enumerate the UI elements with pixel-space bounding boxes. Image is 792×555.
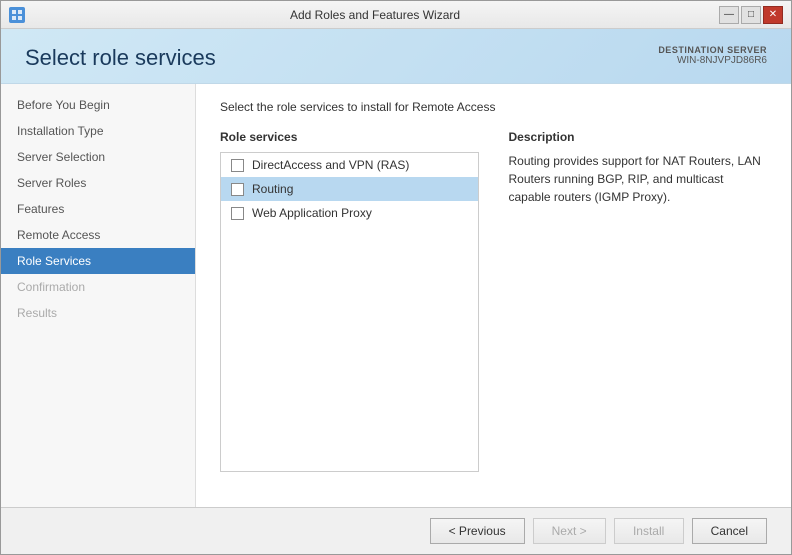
close-button[interactable]: ✕: [763, 6, 783, 24]
sidebar-item-before-you-begin[interactable]: Before You Begin: [1, 92, 195, 118]
content-area: Select the role services to install for …: [196, 84, 791, 507]
services-list: DirectAccess and VPN (RAS) Routing Web App…: [220, 152, 479, 472]
title-bar: Add Roles and Features Wizard — □ ✕: [1, 1, 791, 29]
footer: < Previous Next > Install Cancel: [1, 507, 791, 554]
server-name: WIN-8NJVPJD86R6: [658, 55, 767, 66]
instruction-text: Select the role services to install for …: [220, 100, 767, 114]
service-label-2: Web Application Proxy: [252, 206, 372, 220]
service-item-2[interactable]: Web Application Proxy: [221, 201, 478, 225]
minimize-button[interactable]: —: [719, 6, 739, 24]
sidebar-item-confirmation[interactable]: Confirmation: [1, 274, 195, 300]
service-label-0: DirectAccess and VPN (RAS): [252, 158, 409, 172]
service-checkbox-2[interactable]: [231, 207, 244, 220]
header-bar: Select role services DESTINATION SERVER …: [1, 29, 791, 84]
role-services-header: Role services: [220, 130, 479, 144]
sidebar-item-role-services[interactable]: Role Services: [1, 248, 195, 274]
next-button[interactable]: Next >: [533, 518, 606, 544]
cancel-button[interactable]: Cancel: [692, 518, 767, 544]
role-services-panel: Role services DirectAccess and VPN (RAS)…: [220, 130, 479, 472]
sidebar-item-remote-access[interactable]: Remote Access: [1, 222, 195, 248]
service-checkbox-0[interactable]: [231, 159, 244, 172]
description-panel: Description Routing provides support for…: [499, 130, 768, 472]
description-text: Routing provides support for NAT Routers…: [509, 152, 768, 206]
previous-button[interactable]: < Previous: [430, 518, 525, 544]
destination-label: DESTINATION SERVER: [658, 45, 767, 55]
sidebar-item-features[interactable]: Features: [1, 196, 195, 222]
main-content: Before You BeginInstallation TypeServer …: [1, 84, 791, 507]
two-column-layout: Role services DirectAccess and VPN (RAS)…: [220, 130, 767, 472]
sidebar: Before You BeginInstallation TypeServer …: [1, 84, 196, 507]
wizard-window: Add Roles and Features Wizard — □ ✕ Sele…: [0, 0, 792, 555]
sidebar-item-server-selection[interactable]: Server Selection: [1, 144, 195, 170]
destination-server-info: DESTINATION SERVER WIN-8NJVPJD86R6: [658, 45, 767, 66]
install-button[interactable]: Install: [614, 518, 684, 544]
window-controls: — □ ✕: [719, 6, 783, 24]
page-title: Select role services: [25, 45, 216, 71]
app-icon: [9, 7, 25, 23]
sidebar-item-results[interactable]: Results: [1, 300, 195, 326]
description-title: Description: [509, 130, 768, 144]
service-item-0[interactable]: DirectAccess and VPN (RAS): [221, 153, 478, 177]
service-item-1[interactable]: Routing: [221, 177, 478, 201]
window-title: Add Roles and Features Wizard: [31, 8, 719, 22]
sidebar-item-installation-type[interactable]: Installation Type: [1, 118, 195, 144]
service-label-1: Routing: [252, 182, 293, 196]
maximize-button[interactable]: □: [741, 6, 761, 24]
service-checkbox-1[interactable]: [231, 183, 244, 196]
sidebar-item-server-roles[interactable]: Server Roles: [1, 170, 195, 196]
